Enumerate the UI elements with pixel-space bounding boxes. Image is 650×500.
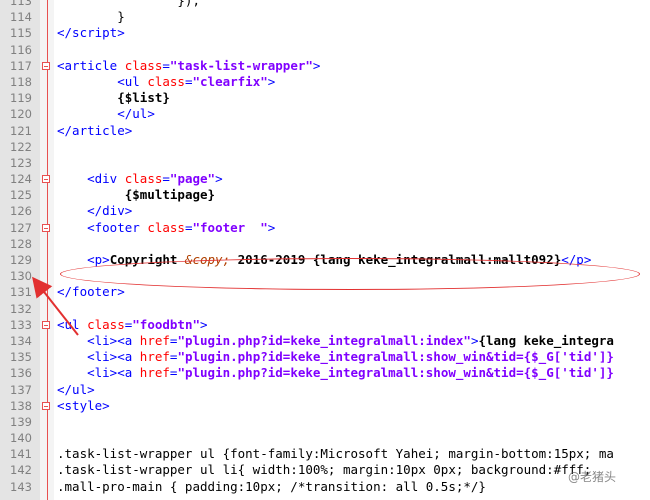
line-number: 139	[10, 414, 32, 429]
code-text: .task-list-wrapper ul li{ width:100%; ma…	[57, 462, 599, 478]
code-text: <div class="page">	[87, 171, 223, 187]
line-number: 123	[10, 155, 32, 170]
code-lines[interactable]: 113 }); 114 } 115 </script> 116 117 <article c…	[0, 0, 650, 495]
code-text: <style>	[57, 397, 110, 413]
line-number: 116	[10, 42, 32, 57]
line-number: 121	[10, 123, 32, 138]
line-number: 118	[10, 74, 32, 89]
line-number: 135	[10, 350, 32, 365]
line-number: 136	[10, 366, 32, 381]
line-number: 142	[10, 463, 32, 478]
line-number: 122	[10, 139, 32, 154]
code-line[interactable]: 115 </script>	[0, 25, 650, 41]
code-line[interactable]: 114 }	[0, 9, 650, 25]
code-line[interactable]: 132	[0, 301, 650, 317]
code-line[interactable]: 128	[0, 236, 650, 252]
code-line[interactable]: 113 });	[0, 0, 650, 9]
code-text: });	[57, 0, 200, 8]
code-text: </footer>	[57, 284, 125, 300]
code-text: <li><a href="plugin.php?id=keke_integral…	[87, 349, 614, 365]
fold-toggle-icon[interactable]	[42, 61, 50, 70]
code-line[interactable]: 139	[0, 414, 650, 430]
code-text: .task-list-wrapper ul {font-family:Micro…	[57, 446, 614, 462]
line-number: 117	[10, 58, 32, 73]
line-number: 115	[10, 26, 32, 41]
line-number: 124	[10, 172, 32, 187]
line-number: 127	[10, 220, 32, 235]
line-number: 132	[10, 301, 32, 316]
line-number: 131	[10, 285, 32, 300]
code-line[interactable]: 134 <li><a href="plugin.php?id=keke_inte…	[0, 333, 650, 349]
code-line[interactable]: 143 .mall-pro-main { padding:10px; /*tran…	[0, 479, 650, 495]
line-number: 129	[10, 253, 32, 267]
code-line[interactable]: 119 {$list}	[0, 90, 650, 106]
code-text: </ul>	[57, 381, 95, 397]
fold-toggle-icon[interactable]	[42, 175, 50, 184]
line-number: 134	[10, 333, 32, 348]
line-number: 143	[10, 479, 32, 494]
code-text: {$list}	[117, 90, 170, 106]
line-number: 125	[10, 188, 32, 203]
code-editor[interactable]: 113 }); 114 } 115 </script> 116 117 <article c…	[0, 0, 650, 500]
line-number: 130	[10, 269, 32, 284]
line-number: 114	[10, 10, 32, 25]
code-text: <ul class="foodbtn">	[57, 316, 208, 332]
line-number: 138	[10, 398, 32, 413]
code-line[interactable]: 135 <li><a href="plugin.php?id=keke_inte…	[0, 349, 650, 365]
line-number: 126	[10, 204, 32, 219]
highlight-ellipse	[60, 258, 640, 290]
code-line[interactable]: 122	[0, 139, 650, 155]
code-text: <li><a href="plugin.php?id=keke_integral…	[87, 332, 614, 348]
line-number: 133	[10, 317, 32, 332]
code-text: </article>	[57, 122, 133, 138]
code-line[interactable]: 116	[0, 42, 650, 58]
code-line[interactable]: 137 </ul>	[0, 382, 650, 398]
code-line[interactable]: 136 <li><a href="plugin.php?id=keke_inte…	[0, 365, 650, 381]
code-line[interactable]: 140	[0, 430, 650, 446]
line-number: 119	[10, 91, 32, 106]
code-line[interactable]: 125 {$multipage}	[0, 187, 650, 203]
fold-toggle-icon[interactable]	[42, 320, 50, 329]
code-text: </div>	[87, 203, 133, 219]
line-number: 141	[10, 447, 32, 462]
code-text: {$multipage}	[124, 187, 216, 203]
code-line[interactable]: 141 .task-list-wrapper ul {font-family:Mi…	[0, 446, 650, 462]
code-line[interactable]: 123	[0, 155, 650, 171]
line-number: 128	[10, 236, 32, 251]
code-line[interactable]: 126 </div>	[0, 203, 650, 219]
line-number: 120	[10, 107, 32, 122]
code-text: <li><a href="plugin.php?id=keke_integral…	[87, 365, 614, 381]
fold-toggle-icon[interactable]	[42, 401, 50, 410]
code-line[interactable]: 117 <article class="task-list-wrapper">	[0, 58, 650, 74]
code-line[interactable]: 121 </article>	[0, 123, 650, 139]
code-line[interactable]: 127 <footer class="footer ">	[0, 220, 650, 236]
code-line[interactable]: 142 .task-list-wrapper ul li{ width:100%;…	[0, 462, 650, 478]
code-line[interactable]: 138 <style>	[0, 398, 650, 414]
code-text: }	[57, 9, 125, 25]
watermark: @老猪头	[568, 470, 617, 484]
code-text: <ul class="clearfix">	[117, 73, 276, 89]
code-text: </ul>	[117, 106, 155, 122]
code-text: </script>	[57, 25, 125, 41]
line-number: 137	[10, 382, 32, 397]
code-text: <footer class="footer ">	[87, 219, 276, 235]
line-number: 113	[10, 0, 32, 8]
code-line[interactable]: 120 </ul>	[0, 106, 650, 122]
code-text: <article class="task-list-wrapper">	[57, 57, 321, 73]
line-number: 140	[10, 431, 32, 446]
fold-toggle-icon[interactable]	[42, 223, 50, 232]
code-line[interactable]: 133 <ul class="foodbtn">	[0, 317, 650, 333]
code-line[interactable]: 124 <div class="page">	[0, 171, 650, 187]
code-text: .mall-pro-main { padding:10px; /*transit…	[57, 478, 486, 494]
code-line[interactable]: 118 <ul class="clearfix">	[0, 74, 650, 90]
